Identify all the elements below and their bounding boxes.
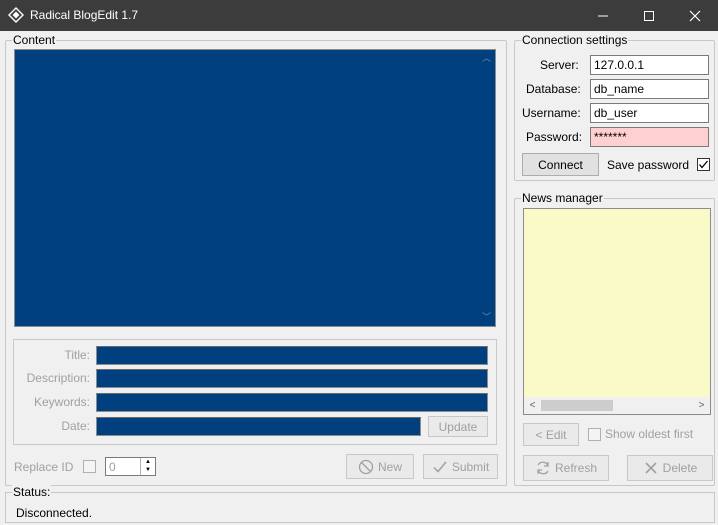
refresh-button[interactable]: Refresh	[523, 455, 609, 481]
keywords-label: Keywords:	[33, 395, 90, 409]
update-button[interactable]: Update	[428, 416, 488, 437]
news-list[interactable]: < >	[523, 208, 711, 415]
news-legend: News manager	[521, 191, 604, 205]
title-bar: Radical BlogEdit 1.7	[0, 0, 718, 31]
scroll-down-icon[interactable]: ﹀	[478, 309, 495, 326]
update-label: Update	[438, 419, 478, 434]
delete-label: Delete	[662, 461, 698, 475]
new-label: New	[377, 459, 402, 474]
keywords-field[interactable]	[96, 393, 488, 412]
save-password-label: Save password	[607, 158, 690, 172]
title-label: Title:	[64, 348, 90, 362]
content-legend: Content	[12, 33, 57, 47]
content-scrollbar[interactable]: ︿ ﹀	[478, 50, 495, 326]
title-field[interactable]	[96, 346, 488, 365]
minimize-icon	[598, 15, 608, 16]
server-input[interactable]: 127.0.0.1	[590, 55, 709, 75]
status-legend: Status:	[12, 485, 52, 499]
scroll-up-icon[interactable]: ︿	[478, 50, 495, 67]
delete-x-icon	[645, 462, 657, 474]
scroll-right-icon[interactable]: >	[693, 397, 710, 414]
connect-label: Connect	[538, 157, 583, 172]
delete-button[interactable]: Delete	[627, 455, 713, 481]
description-field[interactable]	[96, 369, 488, 388]
meta-fields-box: Title: Description: Keywords: Date: Upda…	[13, 339, 497, 445]
username-input[interactable]: db_user	[590, 103, 709, 123]
no-entry-icon	[358, 459, 374, 474]
stepper-buttons: ▲ ▼	[140, 458, 155, 475]
close-icon	[689, 10, 701, 21]
description-label: Description:	[26, 371, 90, 385]
window-title: Radical BlogEdit 1.7	[30, 8, 139, 22]
date-label: Date:	[61, 419, 90, 433]
replace-id-value: 0	[109, 460, 116, 474]
checkmark-icon	[699, 160, 708, 169]
scroll-left-icon[interactable]: <	[524, 397, 541, 414]
save-password-checkbox[interactable]	[697, 158, 710, 171]
scroll-thumb[interactable]	[541, 400, 613, 411]
database-label: Database:	[526, 82, 581, 96]
stepper-up-icon[interactable]: ▲	[141, 458, 155, 466]
stepper-down-icon[interactable]: ▼	[141, 466, 155, 474]
edit-button[interactable]: < Edit	[523, 423, 579, 446]
username-label: Username:	[522, 106, 581, 120]
database-input[interactable]: db_name	[590, 79, 709, 99]
submit-button[interactable]: Submit	[423, 454, 498, 479]
refresh-label: Refresh	[554, 461, 598, 475]
show-oldest-checkbox[interactable]	[588, 428, 601, 441]
status-text: Disconnected.	[16, 506, 93, 520]
maximize-button[interactable]	[626, 0, 672, 31]
server-label: Server:	[540, 58, 579, 72]
new-button[interactable]: New	[346, 454, 414, 479]
refresh-icon	[537, 461, 549, 475]
submit-label: Submit	[451, 459, 490, 474]
maximize-icon	[644, 10, 654, 21]
connect-button[interactable]: Connect	[522, 153, 599, 176]
checkmark-icon	[433, 461, 447, 473]
close-button[interactable]	[672, 0, 718, 31]
replace-id-checkbox[interactable]	[83, 460, 96, 473]
password-label: Password:	[526, 130, 583, 144]
news-hscrollbar[interactable]: < >	[524, 397, 710, 414]
password-input[interactable]: *******	[590, 127, 709, 147]
connection-legend: Connection settings	[521, 33, 629, 47]
edit-label: < Edit	[535, 427, 567, 442]
date-field[interactable]	[96, 417, 421, 436]
show-oldest-label: Show oldest first	[605, 427, 694, 441]
replace-id-label: Replace ID	[14, 460, 74, 474]
diamond-app-icon[interactable]	[8, 7, 24, 23]
replace-id-stepper[interactable]: 0 ▲ ▼	[105, 457, 156, 476]
minimize-button[interactable]	[580, 0, 626, 31]
content-editor[interactable]: ︿ ﹀	[14, 49, 496, 327]
status-group: Status: Disconnected.	[5, 485, 715, 523]
